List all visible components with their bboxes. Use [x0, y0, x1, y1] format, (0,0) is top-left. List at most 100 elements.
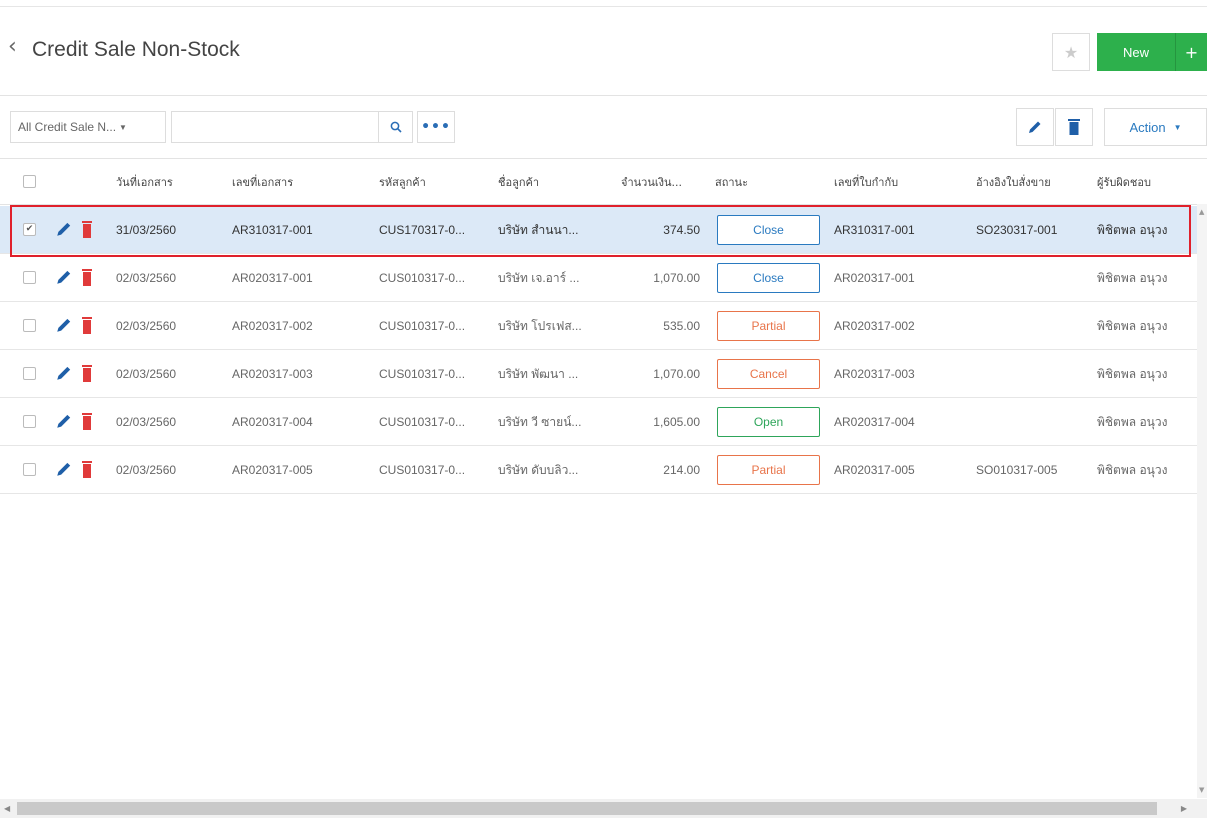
favorite-button[interactable]: ★: [1052, 33, 1090, 71]
table-header: วันที่เอกสาร เลขที่เอกสาร รหัสลูกค้า ชื่…: [0, 159, 1207, 205]
cell-cust-code: CUS170317-0...: [379, 223, 466, 237]
table-row[interactable]: ✔ 31/03/2560 AR310317-001 CUS170317-0... บริ…: [0, 206, 1207, 254]
table-row[interactable]: 02/03/2560 AR020317-003 CUS010317-0... บริษ…: [0, 350, 1207, 398]
caret-down-icon: ▼: [119, 122, 127, 132]
scroll-left-icon[interactable]: ◀: [4, 804, 10, 813]
cell-cust-name: บริษัท สำนนา...: [498, 222, 579, 237]
status-badge[interactable]: Cancel: [717, 359, 820, 389]
action-label: Action: [1129, 119, 1166, 135]
vertical-scrollbar[interactable]: ▲ ▼: [1197, 204, 1207, 798]
cell-invoice: AR020317-001: [834, 271, 915, 285]
trash-icon[interactable]: [81, 221, 93, 238]
cell-doc-no: AR310317-001: [232, 223, 313, 237]
trash-icon[interactable]: [81, 269, 93, 286]
column-header-amount[interactable]: จำนวนเงิน...: [621, 159, 711, 205]
table-row[interactable]: 02/03/2560 AR020317-002 CUS010317-0... บริษ…: [0, 302, 1207, 350]
cell-amount: 214.00: [663, 463, 700, 477]
row-checkbox[interactable]: [23, 271, 36, 284]
horizontal-scrollbar[interactable]: ◀ ▶: [0, 799, 1207, 818]
trash-icon[interactable]: [81, 365, 93, 382]
row-checkbox[interactable]: [23, 415, 36, 428]
column-header-doc-no[interactable]: เลขที่เอกสาร: [232, 159, 372, 205]
star-icon: ★: [1063, 42, 1079, 62]
delete-selected-button[interactable]: [1055, 108, 1093, 146]
pencil-icon[interactable]: [55, 460, 73, 478]
cell-so-ref: SO010317-005: [976, 463, 1058, 477]
cell-owner: พิชิตพล อนุวง: [1097, 366, 1168, 381]
status-badge[interactable]: Open: [717, 407, 820, 437]
top-border: [0, 0, 1207, 7]
cell-invoice: AR020317-002: [834, 319, 915, 333]
search-input[interactable]: [171, 111, 379, 143]
cell-owner: พิชิตพล อนุวง: [1097, 462, 1168, 477]
cell-amount: 1,070.00: [653, 367, 700, 381]
cell-doc-date: 02/03/2560: [116, 415, 177, 429]
column-header-status[interactable]: สถานะ: [715, 159, 815, 205]
search-icon: [390, 121, 402, 133]
cell-invoice: AR020317-004: [834, 415, 915, 429]
column-header-invoice[interactable]: เลขที่ใบกำกับ: [834, 159, 964, 205]
row-checkbox[interactable]: [23, 463, 36, 476]
cell-amount: 535.00: [663, 319, 700, 333]
row-checkbox[interactable]: ✔: [23, 223, 36, 236]
data-table: วันที่เอกสาร เลขที่เอกสาร รหัสลูกค้า ชื่…: [0, 158, 1207, 798]
table-row[interactable]: 02/03/2560 AR020317-005 CUS010317-0... บริษ…: [0, 446, 1207, 494]
filter-select[interactable]: All Credit Sale N... ▼: [10, 111, 166, 143]
cell-doc-date: 31/03/2560: [116, 223, 177, 237]
cell-doc-no: AR020317-003: [232, 367, 313, 381]
trash-icon[interactable]: [81, 413, 93, 430]
cell-so-ref: [976, 254, 1091, 302]
chevron-left-icon[interactable]: ‹: [8, 36, 17, 58]
cell-doc-date: 02/03/2560: [116, 271, 177, 285]
row-checkbox[interactable]: [23, 319, 36, 332]
column-header-cust-name[interactable]: ชื่อลูกค้า: [498, 159, 608, 205]
action-dropdown-button[interactable]: Action ▼: [1104, 108, 1207, 146]
column-header-cust-code[interactable]: รหัสลูกค้า: [379, 159, 489, 205]
add-dropdown-button[interactable]: +: [1175, 33, 1207, 71]
page-title: Credit Sale Non-Stock: [32, 38, 240, 61]
cell-cust-code: CUS010317-0...: [379, 319, 466, 333]
search-button[interactable]: [378, 111, 413, 143]
cell-cust-code: CUS010317-0...: [379, 367, 466, 381]
scroll-right-icon[interactable]: ▶: [1181, 804, 1187, 813]
select-all-checkbox[interactable]: [23, 175, 36, 188]
trash-icon[interactable]: [81, 461, 93, 478]
cell-amount: 1,070.00: [653, 271, 700, 285]
new-button[interactable]: New: [1097, 33, 1175, 71]
scroll-up-icon[interactable]: ▲: [1199, 208, 1204, 216]
more-options-button[interactable]: •••: [417, 111, 455, 143]
cell-cust-name: บริษัท พัฒนา ...: [498, 366, 579, 381]
status-badge[interactable]: Partial: [717, 311, 820, 341]
column-header-so-ref[interactable]: อ้างอิงใบสั่งขาย: [976, 159, 1086, 205]
cell-owner: พิชิตพล อนุวง: [1097, 270, 1168, 285]
pencil-icon[interactable]: [55, 412, 73, 430]
cell-cust-code: CUS010317-0...: [379, 463, 466, 477]
header-divider: [0, 95, 1207, 96]
pencil-icon[interactable]: [55, 220, 73, 238]
pencil-icon[interactable]: [55, 364, 73, 382]
cell-doc-no: AR020317-004: [232, 415, 313, 429]
cell-cust-code: CUS010317-0...: [379, 271, 466, 285]
scroll-down-icon[interactable]: ▼: [1199, 786, 1204, 794]
table-row[interactable]: 02/03/2560 AR020317-001 CUS010317-0... บริษ…: [0, 254, 1207, 302]
row-checkbox[interactable]: [23, 367, 36, 380]
cell-owner: พิชิตพล อนุวง: [1097, 318, 1168, 333]
column-header-doc-date[interactable]: วันที่เอกสาร: [116, 159, 226, 205]
trash-icon[interactable]: [81, 317, 93, 334]
status-badge[interactable]: Close: [717, 215, 820, 245]
status-badge[interactable]: Partial: [717, 455, 820, 485]
cell-doc-no: AR020317-005: [232, 463, 313, 477]
ellipsis-icon: •••: [421, 119, 451, 135]
table-row[interactable]: 02/03/2560 AR020317-004 CUS010317-0... บริษ…: [0, 398, 1207, 446]
cell-invoice: AR310317-001: [834, 223, 915, 237]
column-header-owner[interactable]: ผู้รับผิดชอบ: [1097, 159, 1197, 205]
edit-selected-button[interactable]: [1016, 108, 1054, 146]
pencil-icon[interactable]: [55, 316, 73, 334]
status-badge[interactable]: Close: [717, 263, 820, 293]
cell-so-ref: [976, 350, 1091, 398]
horizontal-scroll-thumb[interactable]: [17, 802, 1157, 815]
pencil-icon[interactable]: [55, 268, 73, 286]
cell-amount: 374.50: [663, 223, 700, 237]
filter-select-value: All Credit Sale N...: [18, 120, 117, 134]
cell-cust-name: บริษัท ดับบลิว...: [498, 462, 579, 477]
